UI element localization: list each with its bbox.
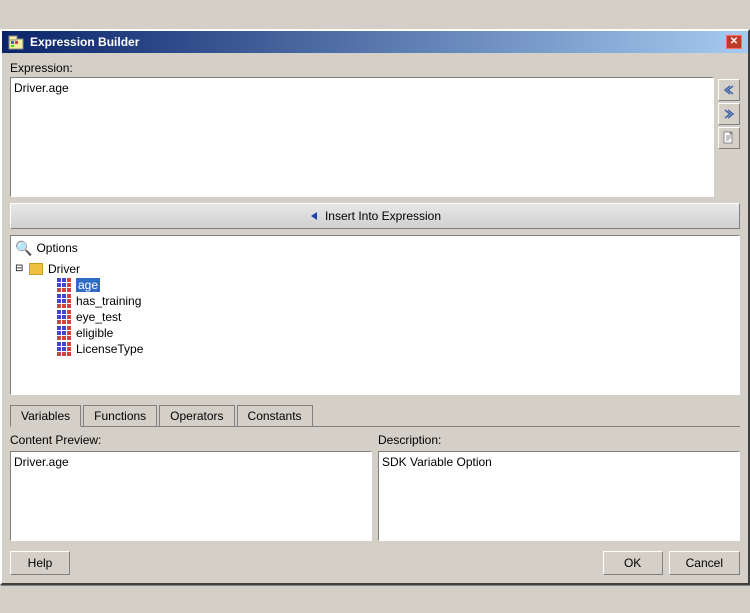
expression-label: Expression: — [10, 61, 740, 75]
bottom-panels: Content Preview: Driver.age Description:… — [10, 433, 740, 541]
tabs-row: Variables Functions Operators Constants — [10, 405, 740, 427]
cancel-button[interactable]: Cancel — [669, 551, 740, 575]
tree-panel[interactable]: 🔍 Options ⊟ Driver age — [10, 235, 740, 395]
page-icon-btn[interactable] — [718, 127, 740, 149]
tree-item-license-type[interactable]: LicenseType — [15, 341, 735, 357]
back-icon-btn[interactable] — [718, 79, 740, 101]
field-grid-icon-eligible — [57, 326, 71, 340]
description-panel: Description: SDK Variable Option — [378, 433, 740, 541]
expression-section: Expression: Driver.age — [10, 61, 740, 197]
tree-item-has-training[interactable]: has_training — [15, 293, 735, 309]
description-label: Description: — [378, 433, 740, 447]
tabs-container: Variables Functions Operators Constants — [10, 405, 740, 427]
tree-item-eligible-label: eligible — [76, 326, 113, 340]
content-preview-panel: Content Preview: Driver.age — [10, 433, 372, 541]
tab-operators[interactable]: Operators — [159, 405, 234, 426]
insert-into-expression-button[interactable]: Insert Into Expression — [10, 203, 740, 229]
help-button[interactable]: Help — [10, 551, 70, 575]
field-grid-icon-age — [57, 278, 71, 292]
tab-variables[interactable]: Variables — [10, 405, 81, 427]
tree-options-label: Options — [36, 241, 77, 255]
tree-item-eye-test-label: eye_test — [76, 310, 121, 324]
expression-input[interactable]: Driver.age — [10, 77, 714, 197]
search-icon: 🔍 — [15, 240, 32, 257]
content-preview-label: Content Preview: — [10, 433, 372, 447]
ok-button[interactable]: OK — [603, 551, 663, 575]
tree-item-has-training-label: has_training — [76, 294, 141, 308]
tree-item-eligible[interactable]: eligible — [15, 325, 735, 341]
window-title: Expression Builder — [30, 35, 720, 49]
close-button[interactable]: ✕ — [726, 35, 742, 49]
insert-btn-label: Insert Into Expression — [325, 209, 441, 223]
collapse-icon: ⊟ — [15, 263, 27, 274]
forward-icon-btn[interactable] — [718, 103, 740, 125]
tree-item-eye-test[interactable]: eye_test — [15, 309, 735, 325]
tree-item-driver-label: Driver — [48, 262, 80, 276]
window-content: Expression: Driver.age — [2, 53, 748, 583]
tree-item-age[interactable]: age — [15, 277, 735, 293]
window-icon — [8, 34, 24, 50]
tab-constants[interactable]: Constants — [237, 405, 313, 426]
field-grid-icon-eye-test — [57, 310, 71, 324]
footer-right: OK Cancel — [603, 551, 740, 575]
tree-item-driver[interactable]: ⊟ Driver — [15, 261, 735, 277]
description-input[interactable]: SDK Variable Option — [378, 451, 740, 541]
tree-item-license-type-label: LicenseType — [76, 342, 143, 356]
tree-item-age-label: age — [76, 278, 100, 292]
footer-row: Help OK Cancel — [10, 547, 740, 575]
titlebar: Expression Builder ✕ — [2, 31, 748, 53]
field-grid-icon-license-type — [57, 342, 71, 356]
content-preview-input[interactable]: Driver.age — [10, 451, 372, 541]
tab-functions[interactable]: Functions — [83, 405, 157, 426]
tree-search-row: 🔍 Options — [15, 240, 735, 257]
field-grid-icon-has-training — [57, 294, 71, 308]
expression-builder-window: Expression Builder ✕ Expression: Driver.… — [0, 29, 750, 585]
